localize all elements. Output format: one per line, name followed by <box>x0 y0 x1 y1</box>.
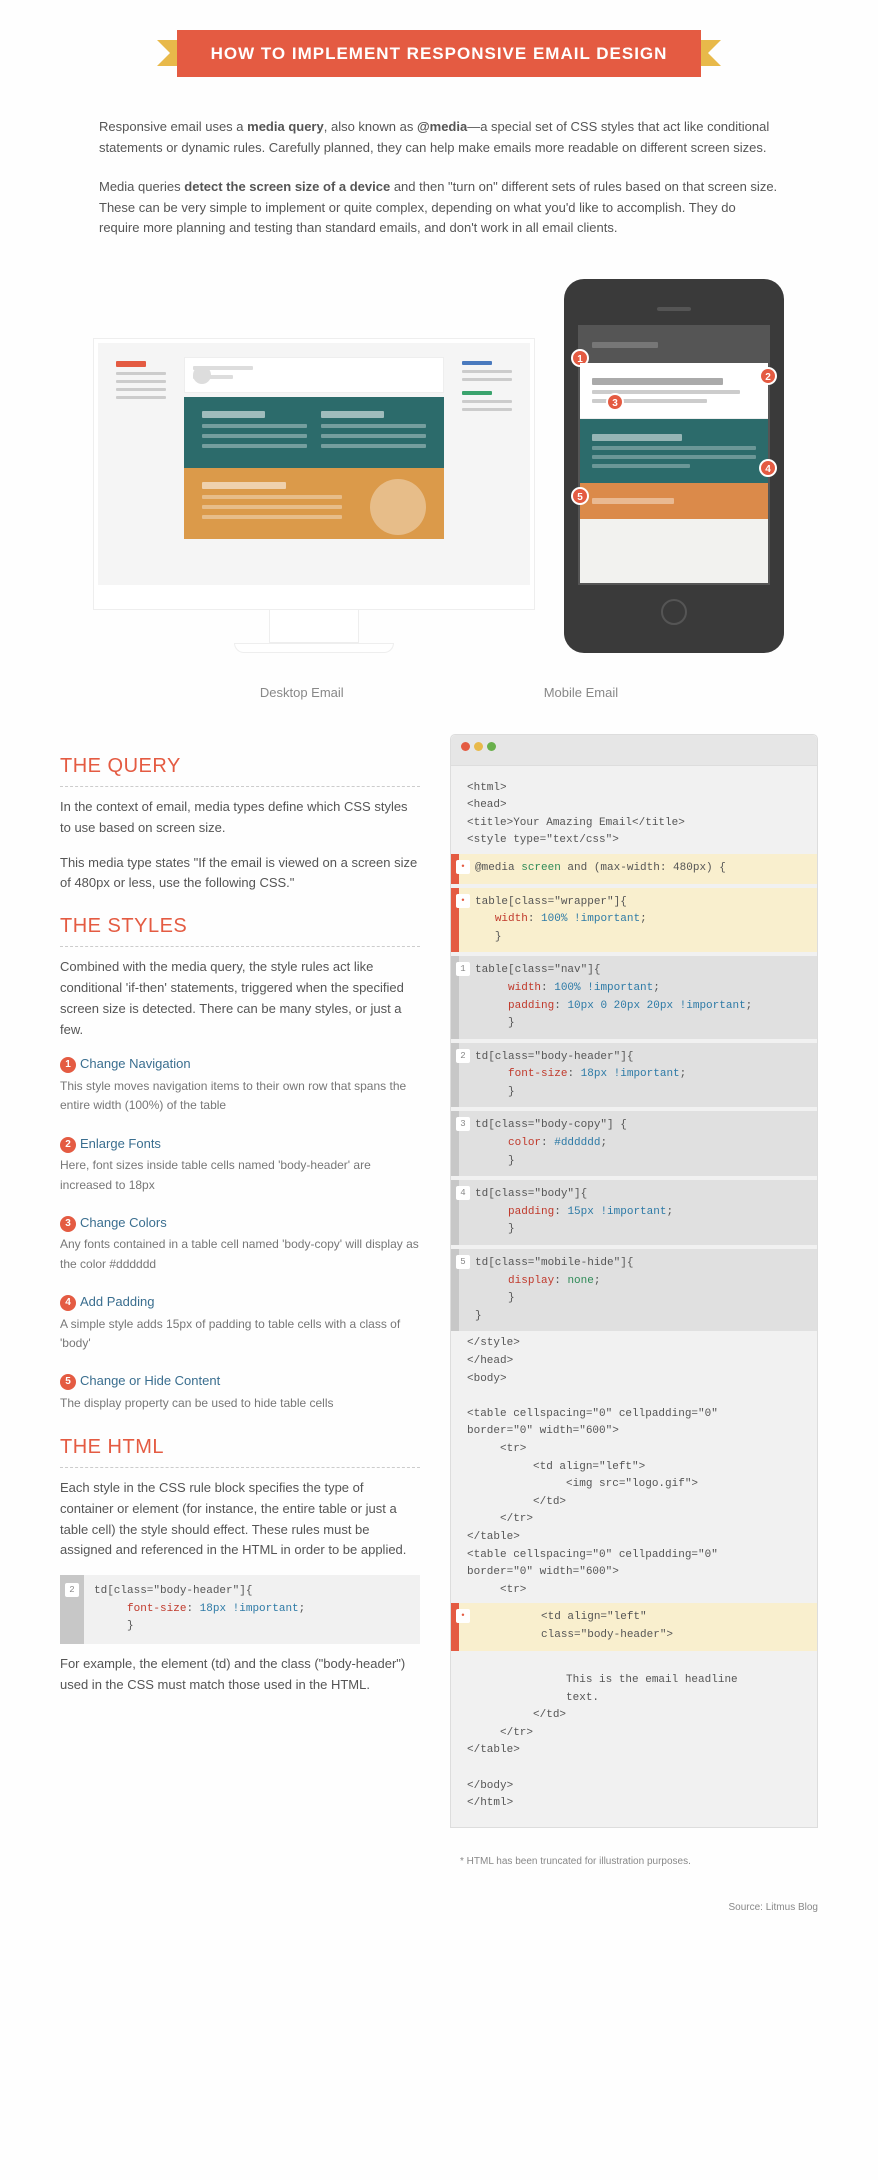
code-window: <html> <head> <title>Your Amazing Email<… <box>450 734 818 1828</box>
section-query-heading: THE QUERY <box>60 750 420 787</box>
window-titlebar <box>451 735 817 766</box>
mini-code-sample: 2 td[class="body-header"]{ font-size: 18… <box>60 1575 420 1644</box>
source-attribution: Source: Litmus Blog <box>0 1900 878 1936</box>
style-item: 2Enlarge FontsHere, font sizes inside ta… <box>60 1134 420 1195</box>
code-tail: This is the email headline text. </td> <… <box>451 1655 817 1813</box>
page-title: HOW TO IMPLEMENT RESPONSIVE EMAIL DESIGN <box>177 30 702 77</box>
marker-3-icon: 3 <box>606 393 624 411</box>
code-head: <html> <head> <title>Your Amazing Email<… <box>451 780 817 850</box>
code-block-4: 4td[class="body"]{ padding: 15px !import… <box>451 1180 817 1245</box>
zoom-icon <box>487 742 496 751</box>
marker-5-icon: 5 <box>571 487 589 505</box>
code-html-highlight: • <td align="left" class="body-header"> <box>451 1603 817 1650</box>
code-mid: </style> </head> <body> <table cellspaci… <box>451 1335 817 1599</box>
minimize-icon <box>474 742 483 751</box>
code-media-query: •@media screen and (max-width: 480px) { <box>451 854 817 884</box>
desktop-label: Desktop Email <box>260 683 344 704</box>
marker-2-icon: 2 <box>759 367 777 385</box>
code-block-1: 1table[class="nav"]{ width: 100% !import… <box>451 956 817 1038</box>
mobile-label: Mobile Email <box>544 683 618 704</box>
footnote: * HTML has been truncated for illustrati… <box>0 1848 878 1900</box>
code-block-2: 2td[class="body-header"]{ font-size: 18p… <box>451 1043 817 1108</box>
style-item: 3Change ColorsAny fonts contained in a t… <box>60 1213 420 1274</box>
style-item: 4Add PaddingA simple style adds 15px of … <box>60 1292 420 1353</box>
mobile-device: 1 23 4 5 <box>564 279 784 653</box>
desktop-device <box>94 339 534 653</box>
close-icon <box>461 742 470 751</box>
title-ribbon: HOW TO IMPLEMENT RESPONSIVE EMAIL DESIGN <box>0 0 878 97</box>
device-illustration: 1 23 4 5 <box>0 269 878 673</box>
marker-4-icon: 4 <box>759 459 777 477</box>
code-block-5: 5td[class="mobile-hide"]{ display: none;… <box>451 1249 817 1331</box>
explanation-column: THE QUERY In the context of email, media… <box>60 734 420 1828</box>
intro-text: Responsive email uses a media query, als… <box>99 117 779 239</box>
home-button-icon <box>661 599 687 625</box>
section-styles-heading: THE STYLES <box>60 910 420 947</box>
section-html-heading: THE HTML <box>60 1431 420 1468</box>
style-item: 5Change or Hide ContentThe display prope… <box>60 1371 420 1413</box>
code-wrapper: •table[class="wrapper"]{ width: 100% !im… <box>451 888 817 953</box>
code-block-3: 3td[class="body-copy"] { color: #dddddd;… <box>451 1111 817 1176</box>
style-item: 1Change NavigationThis style moves navig… <box>60 1054 420 1115</box>
